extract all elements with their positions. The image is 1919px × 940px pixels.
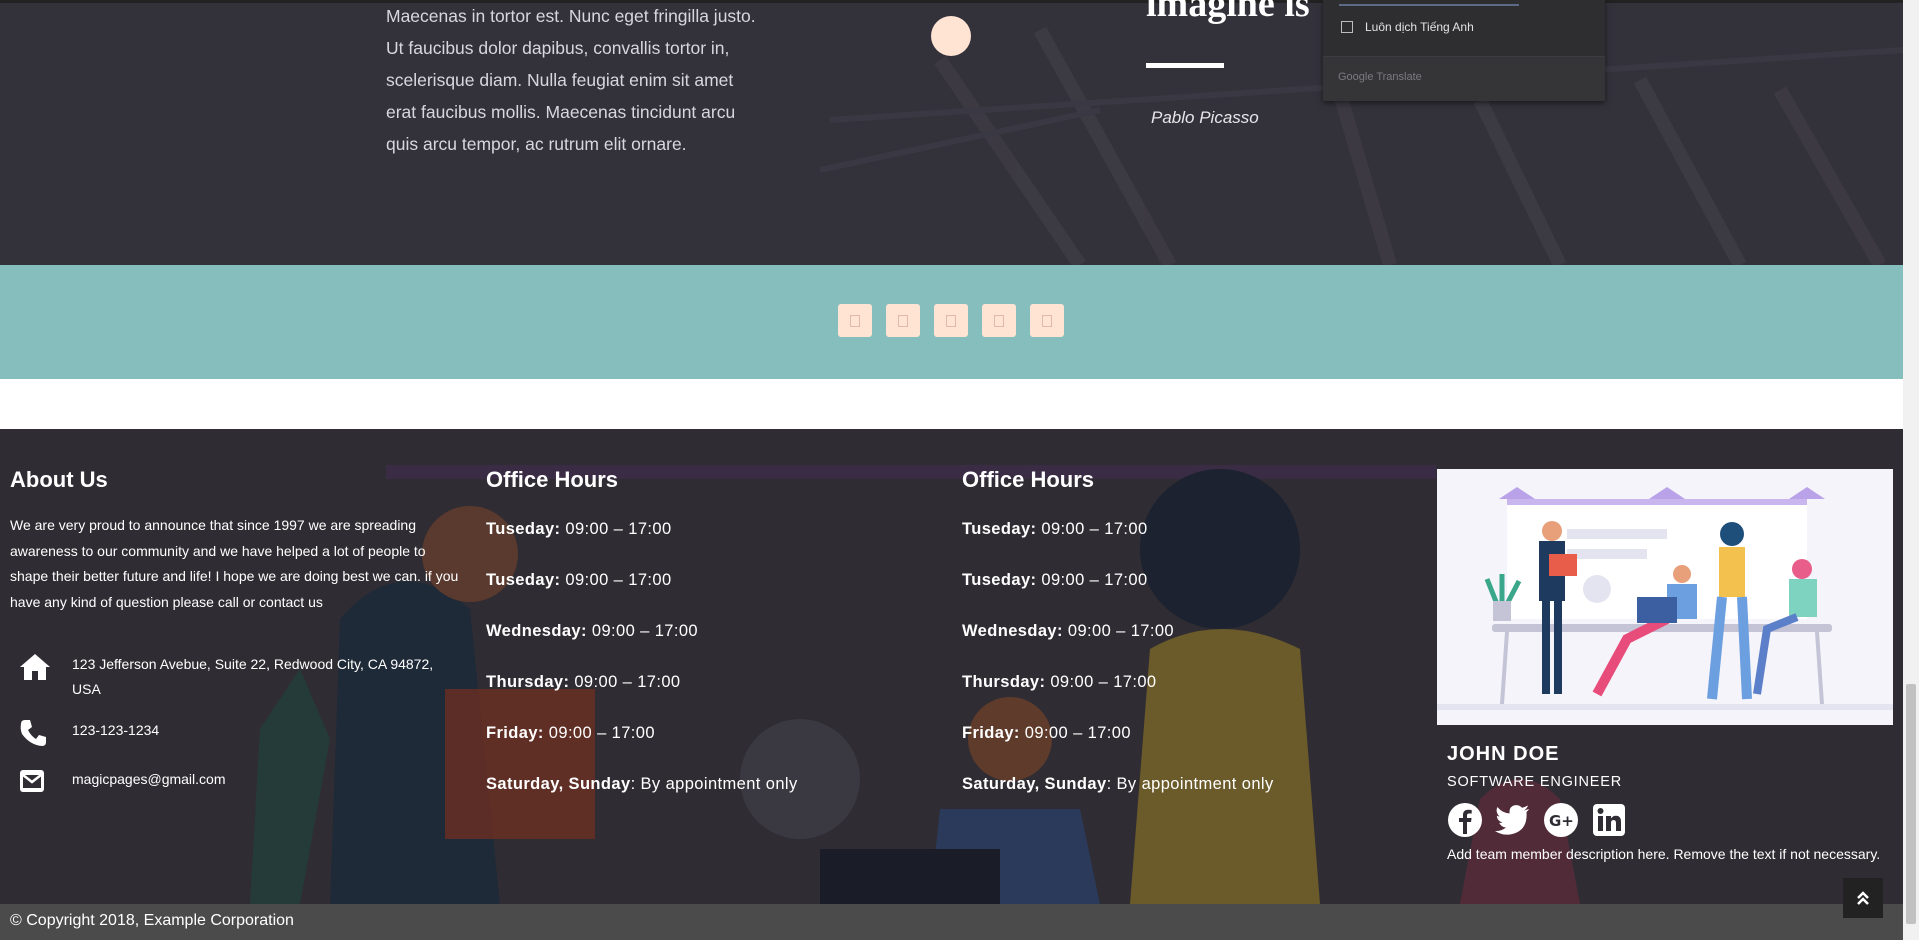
hours-row: Tuseday: 09:00 – 17:00	[962, 520, 1148, 538]
team-social-links: G+	[1447, 802, 1893, 838]
email-text[interactable]: magicpages@gmail.com	[72, 767, 442, 792]
office-hours-list-1: Tuseday: 09:00 – 17:00 Tuseday: 09:00 – …	[486, 519, 798, 825]
quote-title: imagine is	[1146, 0, 1310, 25]
scroll-to-top-button[interactable]	[1843, 878, 1883, 918]
hours-row: Thursday: 09:00 – 17:00	[486, 673, 681, 691]
missing-glyph-icon	[1042, 314, 1052, 327]
phone-text[interactable]: 123-123-1234	[72, 718, 442, 743]
team-illustration	[1437, 469, 1893, 725]
hours-row: Tuseday: 09:00 – 17:00	[486, 571, 672, 589]
google-plus-icon[interactable]: G+	[1543, 802, 1579, 838]
home-icon	[10, 652, 72, 682]
contact-address: 123 Jefferson Avebue, Suite 22, Redwood …	[10, 652, 442, 702]
quote-divider	[1146, 63, 1224, 68]
about-title: About Us	[10, 467, 108, 492]
linkedin-icon[interactable]	[1591, 802, 1627, 838]
quote-author: Pablo Picasso	[1151, 108, 1259, 127]
social-link-5[interactable]	[1030, 304, 1064, 337]
missing-glyph-icon	[994, 314, 1004, 327]
svg-text:G+: G+	[1549, 812, 1574, 830]
twitter-icon[interactable]	[1495, 802, 1531, 838]
double-chevron-up-icon	[1857, 891, 1869, 905]
always-translate-label: Luôn dịch Tiếng Anh	[1365, 20, 1474, 34]
team-member-description: Add team member description here. Remove…	[1447, 846, 1881, 862]
copyright-bar: © Copyright 2018, Example Corporation	[0, 904, 1903, 940]
social-link-3[interactable]	[934, 304, 968, 337]
always-translate-checkbox[interactable]	[1341, 21, 1353, 33]
office-hours-list-2: Tuseday: 09:00 – 17:00 Tuseday: 09:00 – …	[962, 519, 1274, 825]
scrollbar-thumb[interactable]	[1906, 684, 1916, 924]
footer: About Us We are very proud to announce t…	[0, 429, 1903, 904]
social-band	[0, 265, 1903, 379]
envelope-icon	[10, 767, 72, 795]
hours-row: Tuseday: 09:00 – 17:00	[486, 520, 672, 538]
team-member-role: SOFTWARE ENGINEER	[1447, 774, 1622, 790]
missing-glyph-icon	[850, 314, 860, 327]
hours-row: Wednesday: 09:00 – 17:00	[486, 622, 699, 640]
hero-section: Maecenas in tortor est. Nunc eget fringi…	[0, 0, 1903, 265]
facebook-icon[interactable]	[1447, 802, 1483, 838]
copyright-text: © Copyright 2018, Example Corporation	[10, 912, 294, 929]
hours-row: Tuseday: 09:00 – 17:00	[962, 571, 1148, 589]
section-spacer	[0, 379, 1903, 429]
google-translate-popup: Luôn dịch Tiếng Anh Google Translate	[1323, 0, 1605, 101]
social-link-2[interactable]	[886, 304, 920, 337]
address-text: 123 Jefferson Avebue, Suite 22, Redwood …	[72, 656, 434, 697]
hours-row: Friday: 09:00 – 17:00	[486, 724, 655, 742]
about-text: We are very proud to announce that since…	[10, 517, 459, 610]
translate-tab-indicator	[1339, 4, 1519, 6]
hours-row: Wednesday: 09:00 – 17:00	[962, 622, 1175, 640]
contact-email: magicpages@gmail.com	[10, 767, 442, 795]
office-hours-title-2: Office Hours	[962, 467, 1095, 492]
team-member-name: JOHN DOE	[1447, 743, 1560, 765]
missing-glyph-icon	[946, 314, 956, 327]
contact-phone: 123-123-1234	[10, 718, 442, 748]
slider-dot[interactable]	[931, 16, 971, 56]
social-icon-group	[838, 304, 1064, 337]
hours-row: Saturday, Sunday: By appointment only	[962, 775, 1274, 793]
team-member-card: JOHN DOE SOFTWARE ENGINEER G+ Add team m…	[1437, 469, 1893, 862]
social-link-4[interactable]	[982, 304, 1016, 337]
hours-row: Friday: 09:00 – 17:00	[962, 724, 1131, 742]
google-translate-brand: Google Translate	[1338, 71, 1422, 83]
hours-row: Thursday: 09:00 – 17:00	[962, 673, 1157, 691]
missing-glyph-icon	[898, 314, 908, 327]
hero-paragraph: Maecenas in tortor est. Nunc eget fringi…	[386, 6, 756, 154]
translate-footer: Google Translate	[1323, 56, 1605, 101]
social-link-1[interactable]	[838, 304, 872, 337]
office-hours-title-1: Office Hours	[486, 467, 619, 492]
phone-icon	[10, 718, 72, 748]
always-translate-option[interactable]: Luôn dịch Tiếng Anh	[1341, 20, 1474, 34]
hours-row: Saturday, Sunday: By appointment only	[486, 775, 798, 793]
